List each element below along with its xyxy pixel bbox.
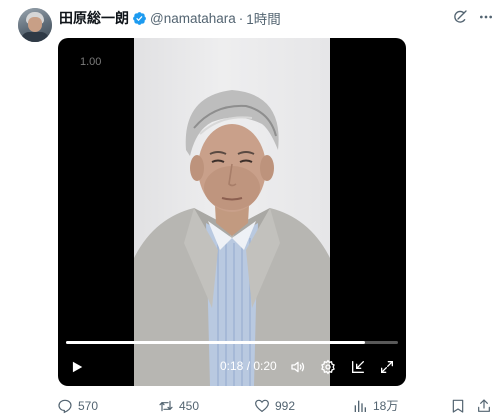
repost-button[interactable]: 450 — [158, 396, 199, 415]
user-handle[interactable]: @namatahara — [150, 11, 236, 26]
progress-fill — [66, 341, 365, 344]
video-frame — [134, 38, 330, 386]
settings-icon[interactable] — [317, 354, 339, 380]
post: 田原総一朗 @namatahara · 1時間 1.00 0:18 / 0:20… — [0, 0, 500, 415]
views-icon — [354, 400, 366, 412]
repost-count: 450 — [179, 398, 200, 413]
heart-icon — [255, 399, 269, 412]
video-player[interactable]: 1.00 0:18 / 0:20 — [58, 38, 406, 386]
progress-bar[interactable] — [66, 341, 398, 344]
fullscreen-icon[interactable] — [376, 354, 398, 380]
volume-icon[interactable] — [287, 354, 309, 380]
display-name[interactable]: 田原総一朗 — [59, 8, 129, 28]
avatar[interactable] — [18, 8, 52, 42]
like-count: 992 — [275, 398, 296, 413]
like-button[interactable]: 992 — [254, 396, 295, 415]
view-count: 18万 — [373, 399, 399, 413]
reply-count: 570 — [78, 398, 99, 413]
reply-button[interactable]: 570 — [57, 396, 98, 415]
play-icon[interactable] — [66, 354, 88, 380]
verified-badge-icon — [132, 11, 147, 26]
separator-dot: · — [238, 10, 244, 26]
grok-icon[interactable] — [450, 7, 470, 27]
more-options-icon[interactable] — [476, 7, 496, 27]
action-bar: 570 450 992 18万 — [0, 396, 500, 415]
post-time[interactable]: 1時間 — [246, 8, 281, 28]
video-controls: 0:18 / 0:20 — [58, 354, 406, 380]
repost-icon — [159, 400, 173, 411]
dock-icon[interactable] — [347, 354, 369, 380]
video-timecode: 0:18 / 0:20 — [220, 359, 277, 373]
share-icon[interactable] — [476, 396, 492, 415]
reply-icon — [58, 399, 72, 413]
views-button[interactable]: 18万 — [352, 396, 398, 415]
post-header: 田原総一朗 @namatahara · 1時間 — [59, 8, 281, 28]
bookmark-icon[interactable] — [450, 396, 466, 415]
playback-speed-label: 1.00 — [80, 56, 102, 68]
